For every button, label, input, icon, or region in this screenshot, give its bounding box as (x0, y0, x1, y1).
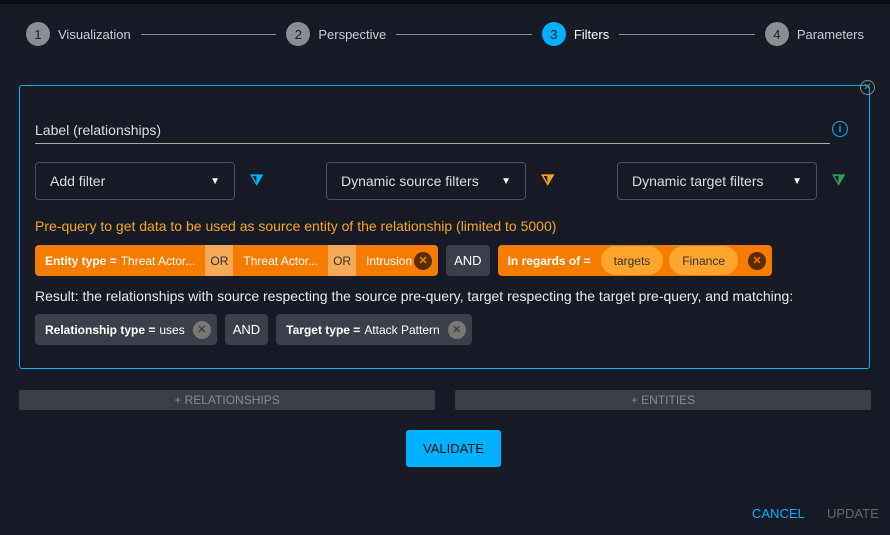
add-filter-select[interactable]: Add filter ▼ (35, 162, 235, 200)
chip-value: Intrusion (366, 253, 413, 268)
add-entities-button[interactable]: + ENTITIES (455, 390, 871, 410)
select-label: Add filter (50, 173, 106, 189)
remove-filter-icon[interactable]: ✕ (414, 251, 433, 270)
step-label: Parameters (796, 26, 865, 42)
filter-off-icon[interactable]: ⧩ (250, 172, 263, 189)
chip-key: Relationship type = (45, 322, 156, 337)
remove-filter-icon[interactable]: ✕ (447, 320, 466, 339)
step-label: Perspective (318, 26, 387, 42)
update-button[interactable]: UPDATE (827, 506, 879, 521)
and-operator[interactable]: AND (446, 245, 490, 276)
remove-filter-icon[interactable]: ✕ (748, 251, 766, 270)
or-toggle[interactable]: OR (328, 245, 357, 276)
caret-down-icon: ▼ (792, 175, 802, 187)
result-filter-row: Relationship type = uses ✕ AND Target typ… (35, 314, 472, 345)
step-perspective[interactable]: 2 Perspective (286, 22, 386, 46)
regards-of-chip[interactable]: In regards of = targets Finance ✕ (497, 245, 772, 276)
step-number: 1 (26, 22, 50, 46)
step-label: Visualization (58, 26, 131, 42)
chip-key: In regards of = (507, 253, 591, 268)
result-text: Result: the relationships with source re… (35, 288, 794, 304)
step-number: 4 (764, 22, 789, 46)
chip-value: Threat Actor... (120, 253, 196, 268)
step-connector (619, 33, 755, 35)
step-connector (396, 33, 532, 35)
step-number: 3 (541, 22, 566, 46)
info-icon[interactable]: i (832, 121, 848, 137)
target-type-chip[interactable]: Target type = Attack Pattern ✕ (276, 314, 472, 345)
stepper: 1 Visualization 2 Perspective 3 Filters 4 Pa… (26, 22, 864, 46)
target-filter-off-icon[interactable]: ⧩ (832, 172, 845, 189)
chip-value: uses (159, 322, 185, 337)
step-visualization[interactable]: 1 Visualization (26, 22, 131, 46)
caret-down-icon: ▼ (501, 175, 511, 187)
step-parameters[interactable]: 4 Parameters (764, 22, 865, 46)
prequery-text: Pre-query to get data to be used as sour… (35, 218, 557, 234)
select-label: Dynamic target filters (632, 173, 764, 189)
chip-key: Entity type = (45, 253, 117, 268)
source-filter-row: Entity type = Threat Actor... OR Threat A… (35, 245, 772, 276)
chip-value: targets (600, 246, 664, 275)
filters-panel: Label (relationships) i Add filter ▼ ⧩ Dy… (19, 85, 870, 369)
dynamic-source-select[interactable]: Dynamic source filters ▼ (326, 162, 526, 200)
background-strip (0, 0, 890, 4)
chip-value: Threat Actor... (243, 253, 319, 268)
step-connector (140, 33, 277, 35)
entity-type-chip[interactable]: Entity type = Threat Actor... OR Threat A… (35, 245, 439, 276)
select-label: Dynamic source filters (341, 173, 479, 189)
chip-value: Finance (669, 246, 738, 275)
step-number: 2 (286, 22, 311, 46)
relationship-type-chip[interactable]: Relationship type = uses ✕ (35, 314, 217, 345)
source-filter-off-icon[interactable]: ⧩ (541, 172, 554, 189)
step-filters[interactable]: 3 Filters (541, 22, 610, 46)
chip-value: Attack Pattern (364, 322, 440, 337)
caret-down-icon: ▼ (210, 175, 220, 187)
chip-key: Target type = (286, 322, 361, 337)
step-label: Filters (573, 26, 610, 42)
cancel-button[interactable]: CANCEL (752, 506, 805, 521)
remove-filter-icon[interactable]: ✕ (192, 320, 211, 339)
validate-button[interactable]: VALIDATE (406, 430, 501, 467)
label-input[interactable]: Label (relationships) (35, 114, 830, 144)
and-operator[interactable]: AND (224, 314, 269, 345)
or-toggle[interactable]: OR (205, 245, 234, 276)
dynamic-target-select[interactable]: Dynamic target filters ▼ (617, 162, 817, 200)
add-relationships-button[interactable]: + RELATIONSHIPS (19, 390, 435, 410)
